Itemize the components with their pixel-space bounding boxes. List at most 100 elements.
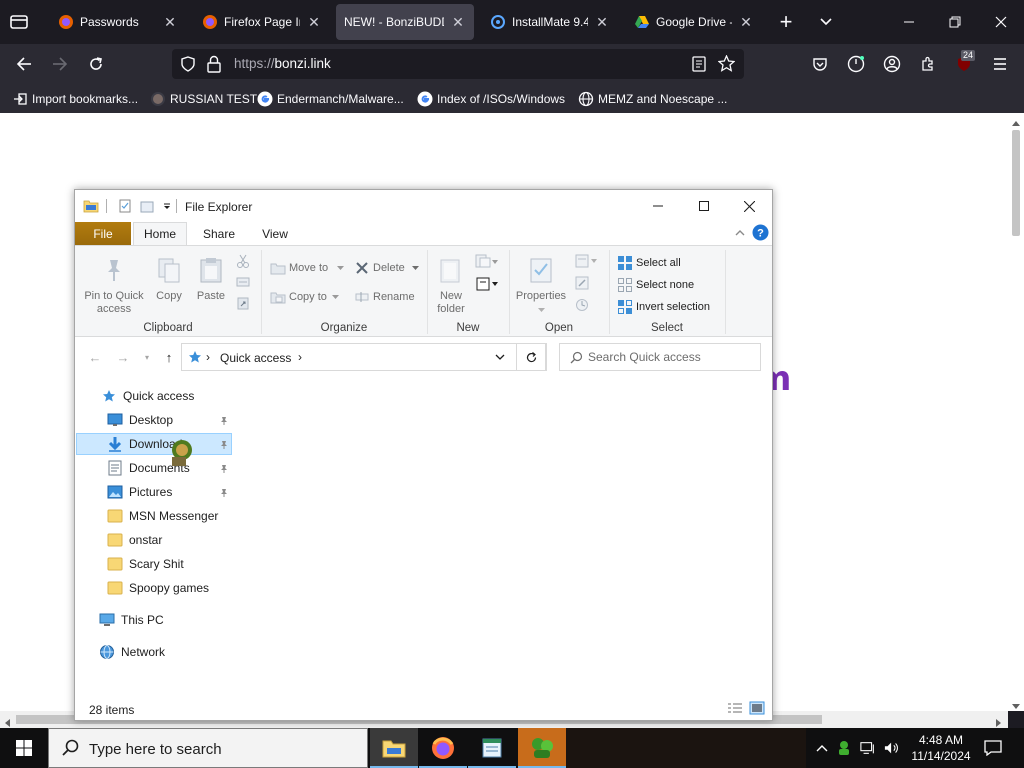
details-view-icon[interactable] (727, 702, 743, 717)
cut-icon[interactable] (236, 254, 250, 271)
explorer-maximize-button[interactable] (681, 190, 727, 222)
pin-to-quick-access-button[interactable]: Pin to Quick access (81, 252, 147, 318)
history-icon[interactable] (575, 298, 589, 315)
app-menu-button[interactable] (984, 48, 1016, 80)
ribbon-tab-view[interactable]: View (249, 222, 301, 245)
bookmark-endermanch[interactable]: Endermanch/Malware... (257, 90, 404, 108)
search-box[interactable] (559, 343, 761, 371)
pin-icon[interactable] (218, 487, 230, 499)
extensions-button[interactable] (912, 48, 944, 80)
paste-shortcut-icon[interactable] (236, 296, 250, 313)
browser-tab-bonzibuddy[interactable]: NEW! - BonziBUDDY ✕ (336, 4, 474, 40)
bookmark-isos[interactable]: Index of /ISOs/Windows (417, 90, 565, 108)
large-icons-view-icon[interactable] (749, 701, 765, 718)
explorer-title-bar[interactable]: File Explorer (75, 190, 772, 222)
nav-item-scary-shit[interactable]: Scary Shit (107, 553, 231, 575)
help-icon[interactable]: ? (752, 224, 769, 244)
taskbar-app-file-explorer[interactable] (370, 728, 418, 768)
recent-locations-chevron-icon[interactable]: ▾ (139, 349, 155, 365)
copy-button[interactable]: Copy (151, 252, 187, 318)
scroll-down-arrow-icon[interactable] (1012, 699, 1020, 709)
ribbon-tab-home[interactable]: Home (133, 222, 187, 245)
close-tab-icon[interactable]: ✕ (738, 14, 754, 31)
reload-button[interactable] (80, 48, 112, 80)
page-vertical-scrollbar[interactable] (1008, 113, 1024, 711)
new-item-icon[interactable] (475, 254, 499, 271)
select-all-button[interactable]: Select all (615, 254, 715, 272)
collapse-ribbon-chevron-icon[interactable] (734, 227, 746, 241)
properties-button[interactable]: Properties (513, 252, 569, 318)
bookmark-star-icon[interactable] (717, 54, 736, 75)
close-tab-icon[interactable]: ✕ (162, 14, 178, 31)
restore-window-button[interactable] (932, 0, 978, 44)
firefox-view-button[interactable] (840, 48, 872, 80)
network-tray-icon[interactable] (860, 740, 876, 756)
browser-tab-passwords[interactable]: Passwords ✕ (50, 4, 186, 40)
url-text[interactable]: https://bonzi.link (234, 56, 331, 71)
new-folder-quick-icon[interactable] (139, 198, 155, 214)
tab-list-button[interactable] (0, 0, 38, 44)
lock-icon[interactable] (206, 55, 222, 76)
search-input[interactable] (588, 344, 758, 370)
breadcrumb-chevron-icon[interactable]: › (298, 350, 302, 364)
breadcrumb-chevron-icon[interactable]: › (206, 350, 210, 364)
volume-icon[interactable] (884, 740, 900, 756)
copy-path-icon[interactable] (236, 276, 250, 291)
scrollbar-thumb[interactable] (1012, 130, 1020, 236)
forward-button[interactable] (44, 48, 76, 80)
paste-button[interactable]: Paste (193, 252, 229, 318)
move-to-button[interactable]: Move to (268, 259, 348, 279)
easy-access-icon[interactable] (475, 276, 499, 295)
pin-icon[interactable] (218, 463, 230, 475)
url-bar[interactable]: https://bonzi.link (172, 49, 744, 79)
tracking-protection-icon[interactable] (180, 56, 196, 75)
nav-item-network[interactable]: Network (99, 641, 231, 663)
nav-item-onstar[interactable]: onstar (107, 529, 231, 551)
reader-view-icon[interactable] (692, 56, 706, 75)
bonzibuddy-tray-icon[interactable] (836, 740, 852, 756)
ublock-extension-button[interactable]: 24 (948, 48, 980, 80)
nav-item-spoopy-games[interactable]: Spoopy games (107, 577, 231, 599)
bookmark-memz[interactable]: MEMZ and Noescape ... (578, 90, 727, 108)
forward-arrow-icon[interactable]: → (115, 349, 131, 365)
new-folder-button[interactable]: New folder (431, 252, 471, 318)
up-arrow-icon[interactable]: ↑ (161, 349, 177, 365)
address-bar[interactable]: › Quick access › (181, 343, 546, 371)
ribbon-tab-file[interactable]: File (75, 222, 131, 245)
nav-item-msn-messenger[interactable]: MSN Messenger (107, 505, 231, 527)
copy-to-button[interactable]: Copy to (268, 288, 348, 308)
scroll-up-arrow-icon[interactable] (1012, 115, 1020, 126)
browser-tab-installmate[interactable]: InstallMate 9.4 D ✕ (482, 4, 618, 40)
back-button[interactable] (8, 48, 40, 80)
taskbar-app-notepad[interactable] (468, 728, 516, 768)
account-button[interactable] (876, 48, 908, 80)
pocket-button[interactable] (804, 48, 836, 80)
taskbar-search-box[interactable]: Type here to search (48, 728, 368, 768)
close-tab-icon[interactable]: ✕ (306, 14, 322, 31)
select-none-button[interactable]: Select none (615, 276, 715, 294)
nav-item-downloads[interactable]: Downloads (76, 433, 232, 455)
explorer-close-button[interactable] (726, 190, 772, 222)
notification-center-button[interactable] (978, 728, 1008, 768)
properties-quick-icon[interactable] (117, 198, 133, 214)
close-tab-icon[interactable]: ✕ (450, 14, 466, 31)
nav-item-quick-access[interactable]: Quick access (101, 385, 231, 407)
taskbar-app-firefox[interactable] (419, 728, 467, 768)
refresh-button[interactable] (516, 343, 547, 371)
breadcrumb-quick-access[interactable]: Quick access (220, 351, 291, 365)
browser-tab-page-info[interactable]: Firefox Page Info ✕ (194, 4, 330, 40)
list-all-tabs-button[interactable] (812, 0, 840, 44)
nav-item-desktop[interactable]: Desktop (107, 409, 231, 431)
new-tab-button[interactable]: + (772, 0, 800, 44)
open-icon[interactable] (575, 254, 599, 271)
rename-button[interactable]: Rename (352, 288, 422, 308)
explorer-minimize-button[interactable] (635, 190, 681, 222)
nav-item-pictures[interactable]: Pictures (107, 481, 231, 503)
customize-toolbar-chevron-icon[interactable] (159, 198, 175, 214)
close-tab-icon[interactable]: ✕ (594, 14, 610, 31)
delete-button[interactable]: Delete (352, 259, 422, 279)
invert-selection-button[interactable]: Invert selection (615, 298, 725, 316)
minimize-window-button[interactable] (886, 0, 932, 44)
address-history-chevron-icon[interactable] (494, 351, 506, 365)
close-window-button[interactable] (978, 0, 1024, 44)
